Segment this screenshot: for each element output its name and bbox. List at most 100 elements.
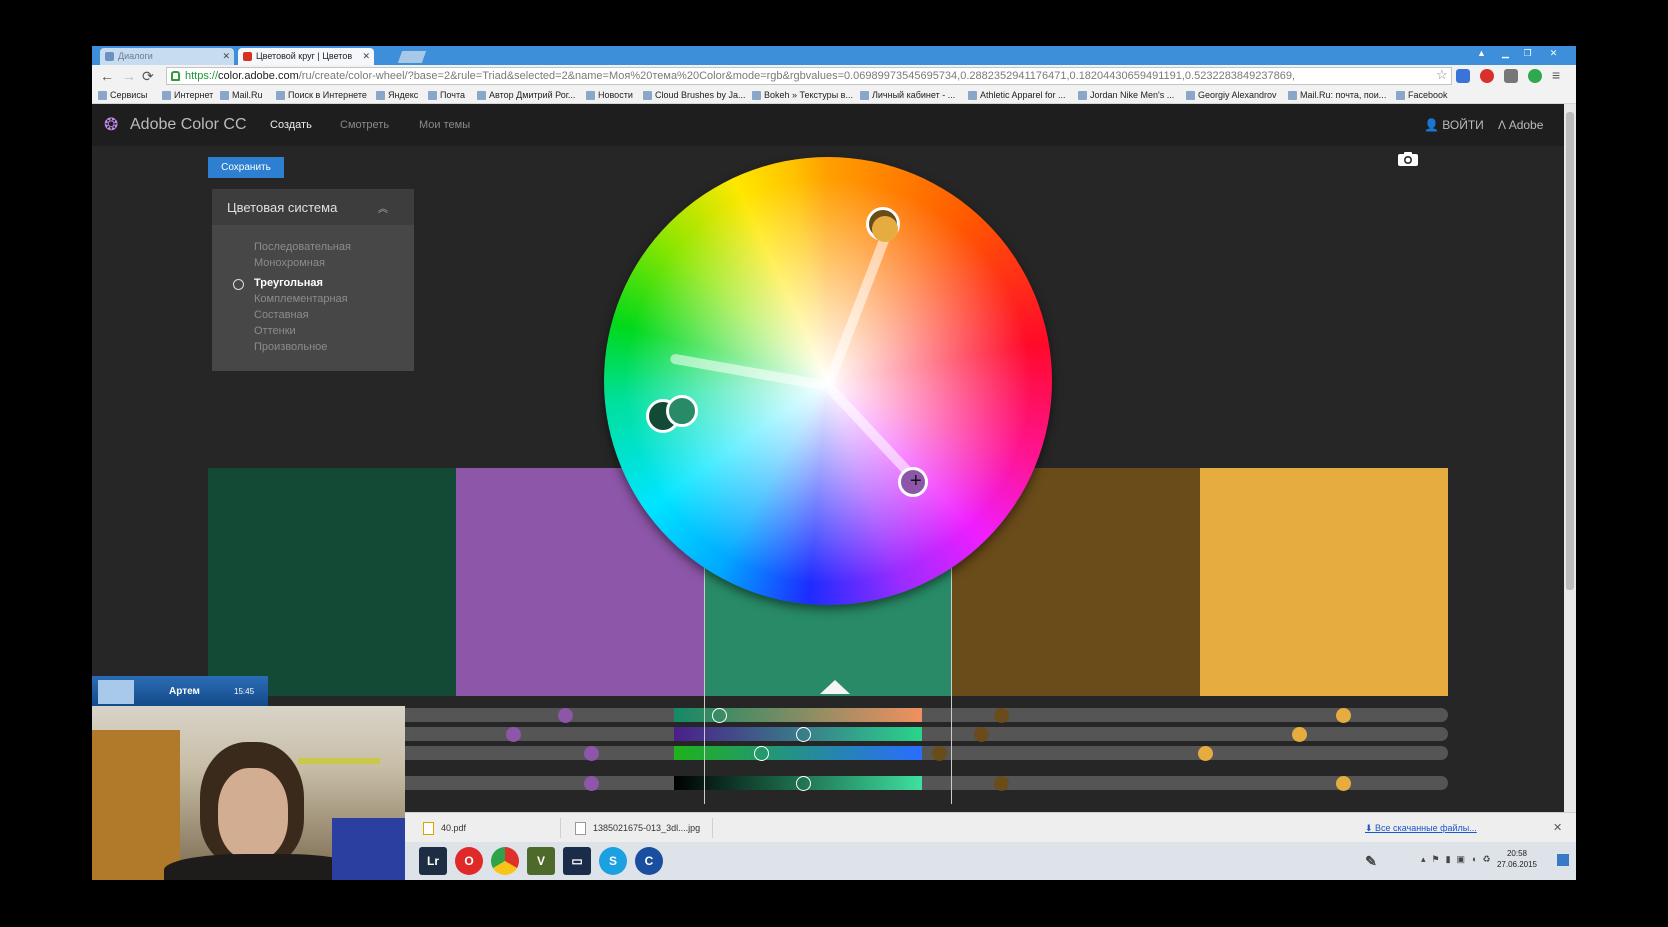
rule-complementary[interactable]: Комплементарная xyxy=(254,293,348,305)
bookmark-item[interactable]: Личный кабинет - ... xyxy=(860,90,955,100)
minimize-icon[interactable]: ▁ xyxy=(1496,47,1515,60)
nav-explore[interactable]: Смотреть xyxy=(340,119,389,131)
rule-analogous[interactable]: Последовательная xyxy=(254,241,351,253)
slider-knob[interactable] xyxy=(1292,727,1307,742)
panel-header[interactable]: Цветовая система ︽ xyxy=(212,189,414,225)
vk-icon xyxy=(105,52,114,61)
download-item[interactable]: 40.pdf xyxy=(411,818,561,838)
close-icon[interactable]: ✕ xyxy=(1553,821,1562,834)
bookmark-item[interactable]: Bokeh » Текстуры в... xyxy=(752,90,853,100)
bookmark-item[interactable]: Яндекс xyxy=(376,90,418,100)
bookmark-item[interactable]: Facebook xyxy=(1396,90,1448,100)
bookmark-item[interactable]: Athletic Apparel for ... xyxy=(968,90,1066,100)
video-background-chair xyxy=(332,818,405,880)
call-time: 15:45 xyxy=(234,687,255,696)
bookmark-item[interactable]: Интернет xyxy=(162,90,213,100)
lock-icon xyxy=(171,71,180,81)
rule-triad[interactable]: Треугольная xyxy=(254,277,323,289)
caller-name: Артем xyxy=(169,686,200,697)
swatch-1[interactable] xyxy=(208,468,456,696)
all-downloads-link[interactable]: ⬇ Все скачанные файлы... xyxy=(1365,823,1477,834)
slider-knob[interactable] xyxy=(994,776,1009,791)
user-icon[interactable]: ▲ xyxy=(1472,47,1491,60)
chrome-icon[interactable] xyxy=(491,847,519,875)
address-bar[interactable]: https://color.adobe.com/ru/create/color-… xyxy=(166,67,1452,85)
tab-dialogs[interactable]: Диалоги ✕ xyxy=(100,48,234,65)
slider-knob[interactable] xyxy=(584,746,599,761)
login-link[interactable]: 👤 ВОЙТИ xyxy=(1424,118,1484,132)
vectorworks-icon[interactable]: V xyxy=(527,847,555,875)
new-tab-button[interactable] xyxy=(397,51,427,63)
system-clock[interactable]: 20:58 27.06.2015 xyxy=(1487,848,1547,870)
close-icon[interactable]: ✕ xyxy=(362,51,370,62)
slider-knob[interactable] xyxy=(506,727,521,742)
browser-toolbar: ← → ⟳ https://color.adobe.com/ru/create/… xyxy=(92,65,1576,87)
bookmark-item[interactable]: Автор Дмитрий Рог... xyxy=(477,90,575,100)
swatch-5[interactable] xyxy=(1200,468,1448,696)
lightroom-icon[interactable]: Lr xyxy=(419,847,447,875)
rule-custom[interactable]: Произвольное xyxy=(254,341,327,353)
slider-knob[interactable] xyxy=(1198,746,1213,761)
close-icon[interactable]: ✕ xyxy=(222,51,230,62)
page-scrollbar[interactable] xyxy=(1564,104,1576,812)
adobe-color-app: ❂ Adobe Color CC Создать Смотреть Мои те… xyxy=(92,104,1564,804)
download-filename: 40.pdf xyxy=(441,823,467,833)
color-wheel[interactable]: + xyxy=(604,157,1052,605)
slider-knob[interactable] xyxy=(974,727,989,742)
rule-shades[interactable]: Оттенки xyxy=(254,325,296,337)
rule-compound[interactable]: Составная xyxy=(254,309,309,321)
bookmark-item[interactable]: Mail.Ru xyxy=(220,90,263,100)
clock-date: 27.06.2015 xyxy=(1496,860,1538,869)
app-logo[interactable]: Adobe Color CC xyxy=(130,116,247,134)
bookmark-item[interactable]: Сервисы xyxy=(98,90,147,100)
image-file-icon xyxy=(575,822,586,835)
bookmark-item[interactable]: Jordan Nike Men's ... xyxy=(1078,90,1174,100)
url-scheme: https:// xyxy=(185,70,219,82)
slider-knob[interactable] xyxy=(1336,776,1351,791)
extension-icon[interactable] xyxy=(1528,69,1542,83)
reload-icon[interactable]: ⟳ xyxy=(142,68,154,84)
extension-icon[interactable] xyxy=(1456,69,1470,83)
wheel-handle-selected[interactable] xyxy=(666,395,698,427)
ccleaner-icon[interactable]: C xyxy=(635,847,663,875)
camera-icon[interactable] xyxy=(1397,151,1419,167)
scrollbar-thumb[interactable] xyxy=(1566,112,1574,590)
forward-icon[interactable]: → xyxy=(122,68,136,84)
slider-knob[interactable] xyxy=(558,708,573,723)
bookmark-item[interactable]: Новости xyxy=(586,90,633,100)
monitor-icon[interactable]: ▭ xyxy=(563,847,591,875)
skype-icon[interactable]: S xyxy=(599,847,627,875)
bookmark-item[interactable]: Поиск в Интернете xyxy=(276,90,367,100)
slider-knob[interactable] xyxy=(1336,708,1351,723)
download-item[interactable]: 1385021675-013_3dl....jpg xyxy=(563,818,713,838)
menu-icon[interactable]: ≡ xyxy=(1552,67,1560,83)
show-desktop-icon[interactable] xyxy=(1557,854,1569,866)
adobe-link[interactable]: Λ Adobe xyxy=(1498,118,1543,132)
restore-icon[interactable]: ❐ xyxy=(1518,47,1537,60)
bookmark-item[interactable]: Georgiy Alexandrov xyxy=(1186,90,1277,100)
microphone-icon[interactable] xyxy=(1504,69,1518,83)
adblock-icon[interactable] xyxy=(1480,69,1494,83)
slider-knob[interactable] xyxy=(584,776,599,791)
bookmark-item[interactable]: Cloud Brushes by Ja... xyxy=(643,90,746,100)
crosshair-cursor-icon: + xyxy=(910,470,922,492)
nav-my-themes[interactable]: Мои темы xyxy=(419,119,470,131)
video-background-shelf xyxy=(92,730,180,880)
system-tray-icons[interactable]: ▴⚑▮▣◖♻ xyxy=(1421,854,1497,865)
opera-icon[interactable]: O xyxy=(455,847,483,875)
rule-monochromatic[interactable]: Монохромная xyxy=(254,257,325,269)
bookmark-item[interactable]: Mail.Ru: почта, пои... xyxy=(1288,90,1386,100)
action-center-icon[interactable]: ✎ xyxy=(1357,847,1385,875)
nav-create[interactable]: Создать xyxy=(270,119,312,131)
bookmark-item[interactable]: Почта xyxy=(428,90,465,100)
avatar xyxy=(98,680,134,704)
back-icon[interactable]: ← xyxy=(100,68,114,84)
chevron-up-icon[interactable]: ︽ xyxy=(378,200,388,215)
star-icon[interactable]: ☆ xyxy=(1436,67,1448,83)
tab-color-wheel[interactable]: Цветовой круг | Цветов ✕ xyxy=(238,48,374,65)
call-header[interactable]: Артем 15:45 xyxy=(92,676,268,706)
save-button[interactable]: Сохранить xyxy=(208,157,284,178)
video-background-shelf xyxy=(298,758,380,764)
slider-knob[interactable] xyxy=(994,708,1009,723)
close-window-icon[interactable]: ✕ xyxy=(1544,47,1563,60)
